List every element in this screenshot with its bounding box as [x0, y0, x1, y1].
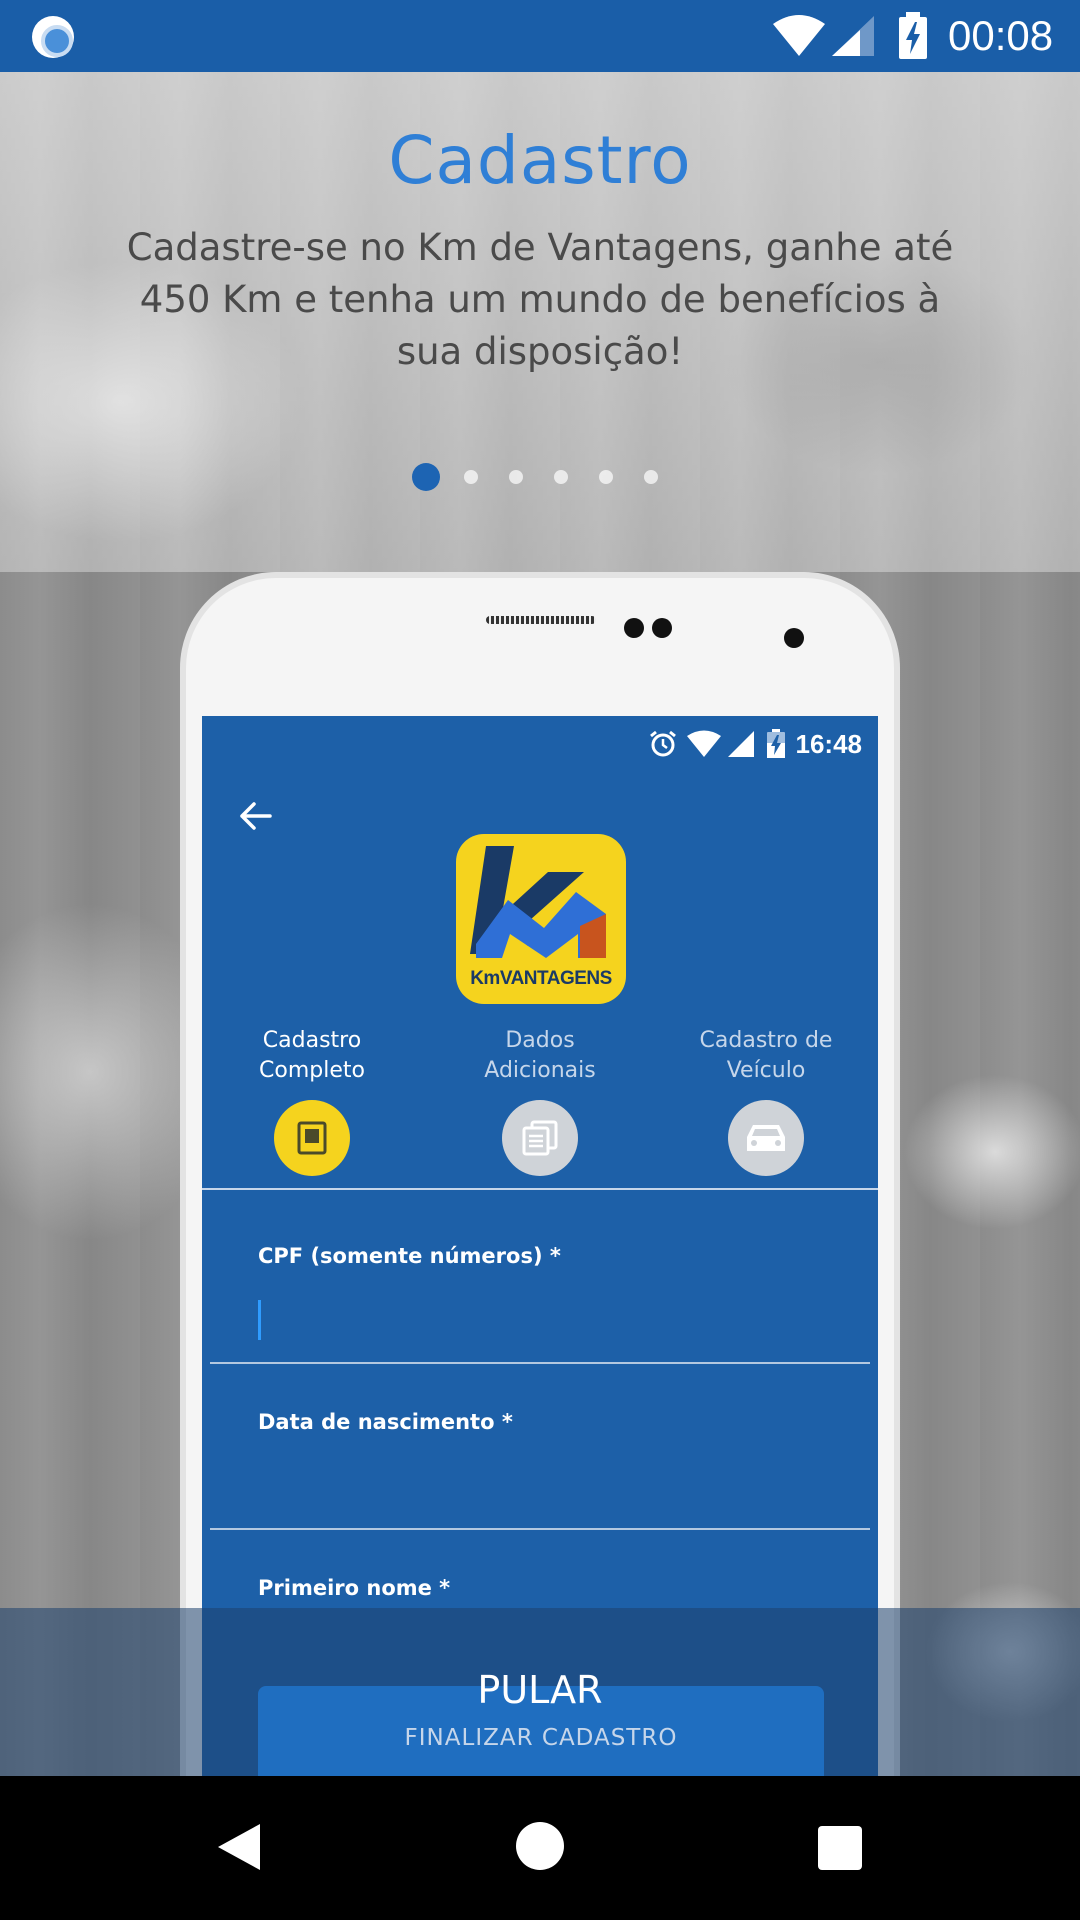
wifi-icon	[773, 15, 825, 56]
document-icon	[297, 1121, 327, 1155]
slide-title: Cadastro	[388, 122, 692, 199]
phone-camera	[784, 628, 804, 648]
signal-icon	[727, 731, 754, 757]
steps-divider	[202, 1188, 878, 1190]
nav-recent-apps-icon[interactable]	[818, 1826, 862, 1870]
alarm-icon	[649, 730, 676, 757]
step-label-line: Completo	[259, 1058, 365, 1083]
signal-icon	[832, 16, 874, 56]
wifi-icon	[686, 730, 721, 757]
first-name-label: Primeiro nome *	[258, 1576, 451, 1600]
slide-description: Cadastre-se no Km de Vantagens, ganhe at…	[126, 226, 954, 373]
birthdate-field[interactable]: Data de nascimento *	[210, 1410, 870, 1530]
step-indicator-active	[274, 1100, 350, 1176]
page-dot-3[interactable]	[509, 470, 523, 484]
battery-charging-icon	[899, 12, 927, 59]
step-label-line: Cadastro	[262, 1028, 362, 1053]
back-arrow-icon[interactable]	[236, 796, 276, 836]
page-dot-1[interactable]	[412, 463, 440, 491]
step-label: Cadastro Completo	[202, 1026, 422, 1088]
cpf-label: CPF (somente números) *	[258, 1244, 561, 1268]
phone-clock: 16:48	[795, 728, 863, 759]
registration-steps: Cadastro Completo Dados Adicionais Cadas…	[202, 1026, 878, 1176]
phone-sensor	[624, 618, 644, 638]
step-label-line: Adicionais	[484, 1058, 596, 1083]
step-dados-adicionais[interactable]: Dados Adicionais	[430, 1026, 650, 1176]
birthdate-input[interactable]	[258, 1466, 818, 1506]
page-dot-5[interactable]	[599, 470, 613, 484]
step-label: Cadastro de Veículo	[656, 1026, 876, 1088]
car-icon	[747, 1125, 785, 1151]
step-label: Dados Adicionais	[430, 1026, 650, 1088]
birthdate-label: Data de nascimento *	[258, 1410, 513, 1434]
clock: 00:08	[948, 12, 1054, 59]
nav-home-icon[interactable]	[516, 1822, 564, 1870]
status-bar: 00:08	[0, 0, 1080, 72]
logo-text: KmVANTAGENS	[470, 968, 612, 989]
documents-icon	[522, 1120, 558, 1156]
phone-sensor	[652, 618, 672, 638]
page-dot-2[interactable]	[464, 470, 478, 484]
step-cadastro-de-veiculo[interactable]: Cadastro de Veículo	[656, 1026, 876, 1176]
skip-button[interactable]: PULAR	[440, 1660, 640, 1720]
page-dot-6[interactable]	[644, 470, 658, 484]
step-cadastro-completo[interactable]: Cadastro Completo	[202, 1026, 422, 1176]
nav-back-icon[interactable]	[216, 1822, 262, 1872]
km-vantagens-logo: KmVANTAGENS	[456, 834, 626, 1004]
phone-speaker	[486, 616, 596, 624]
app-notification-icon	[32, 16, 74, 58]
battery-charging-icon	[766, 729, 785, 758]
page-indicator[interactable]	[412, 462, 689, 492]
page-dot-4[interactable]	[554, 470, 568, 484]
cpf-input[interactable]	[258, 1300, 818, 1340]
step-indicator	[502, 1100, 578, 1176]
step-label-line: Cadastro de	[699, 1028, 833, 1053]
phone-status-bar: 16:48	[648, 724, 863, 764]
cpf-field[interactable]: CPF (somente números) *	[210, 1244, 870, 1364]
step-indicator	[728, 1100, 804, 1176]
step-label-line: Veículo	[726, 1058, 806, 1083]
step-label-line: Dados	[505, 1028, 575, 1053]
